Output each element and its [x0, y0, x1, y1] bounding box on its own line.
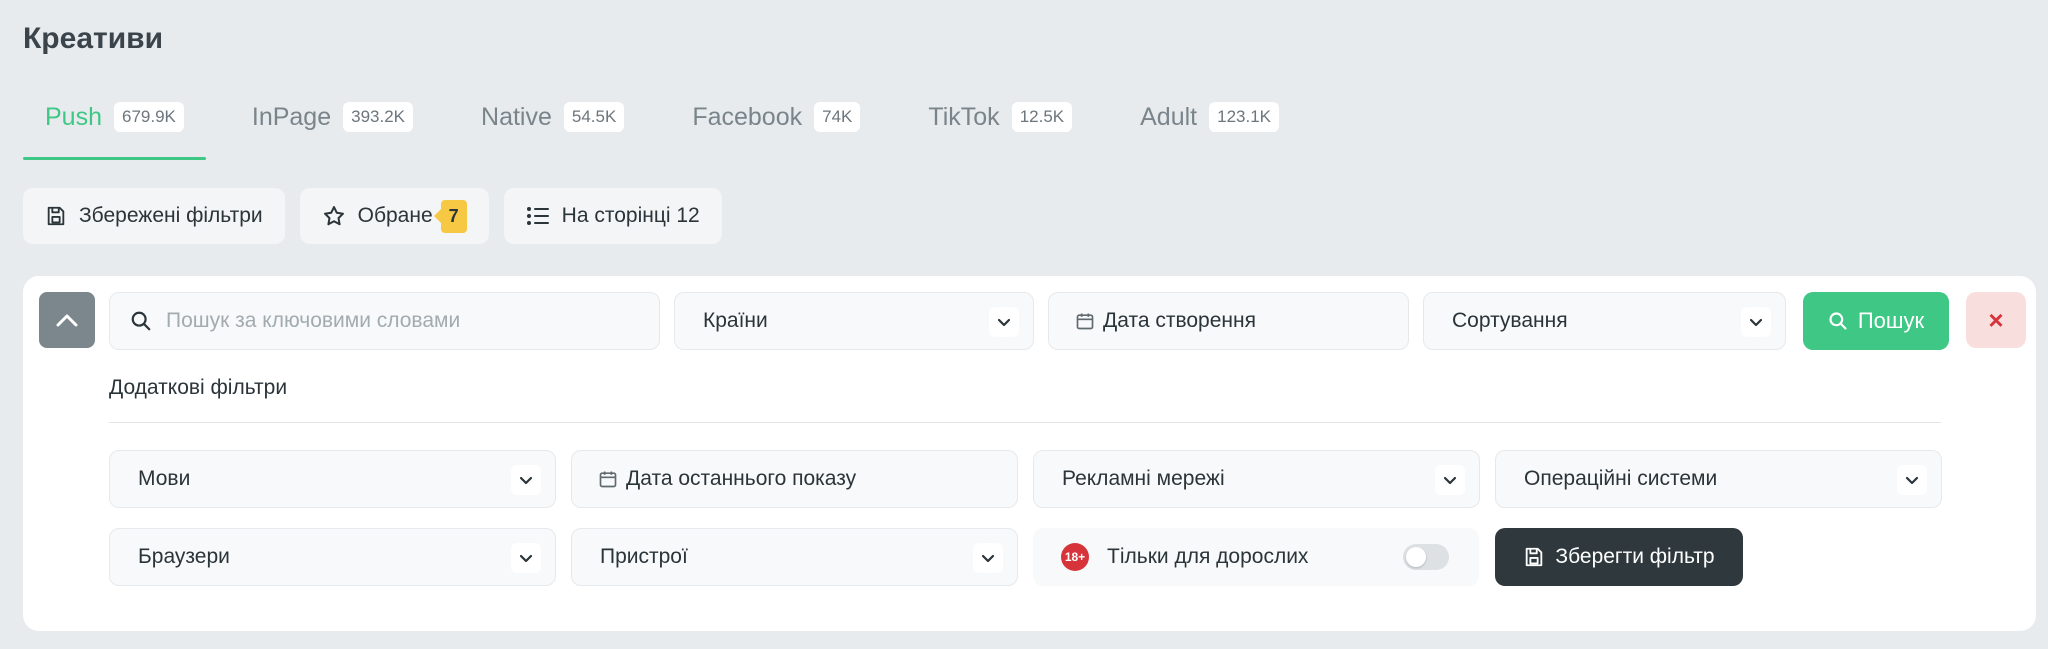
saved-filters-label: Збережені фільтри [79, 204, 263, 227]
tab-count: 12.5K [1011, 102, 1073, 132]
save-filter-label: Зберегти фільтр [1555, 545, 1715, 568]
operating-systems-select[interactable]: Операційні системи [1495, 450, 1942, 508]
chevron-up-icon [56, 314, 78, 327]
star-icon [323, 206, 344, 226]
tab-count: 123.1K [1209, 102, 1279, 132]
per-page-button[interactable]: На сторінці 12 [503, 188, 722, 244]
tab-count: 54.5K [563, 102, 625, 132]
created-date-label: Дата створення [1103, 309, 1256, 332]
tab-label: Adult [1140, 102, 1198, 131]
toggle-knob [1406, 547, 1426, 567]
adult-only-toggle[interactable] [1403, 544, 1449, 570]
floppy-disk-icon [47, 206, 65, 226]
divider [109, 422, 1941, 423]
close-icon: × [1988, 304, 2004, 335]
adult-only-filter: 18+ Тільки для дорослих [1033, 528, 1479, 586]
save-filter-button[interactable]: Зберегти фільтр [1495, 528, 1743, 586]
tab-count: 393.2K [343, 102, 414, 132]
chevron-down-icon [981, 554, 995, 562]
category-tabs: Push 679.9K InPage 393.2K Native 54.5K F… [23, 92, 1325, 160]
search-icon [131, 311, 151, 331]
clear-filters-button[interactable]: × [1966, 292, 2026, 348]
list-icon [526, 207, 549, 225]
tab-label: InPage [251, 102, 332, 131]
tab-label: Push [45, 102, 102, 131]
last-shown-date-picker[interactable]: Дата останнього показу [571, 450, 1018, 508]
chevron-down-icon [1443, 476, 1457, 484]
operating-systems-label: Операційні системи [1524, 467, 1718, 490]
ad-networks-dropdown [1435, 465, 1465, 495]
tab-adult[interactable]: Adult 123.1K [1118, 92, 1301, 142]
adult-only-label: Тільки для дорослих [1107, 545, 1309, 568]
last-shown-date-label: Дата останнього показу [626, 467, 857, 490]
tab-tiktok[interactable]: TikTok 12.5K [906, 92, 1094, 142]
browsers-dropdown [511, 543, 541, 573]
keyword-search-input[interactable]: Пошук за ключовими словами [109, 292, 660, 350]
search-icon [1829, 312, 1847, 330]
search-button-label: Пошук [1857, 308, 1925, 333]
chevron-down-icon [997, 318, 1011, 326]
tab-push[interactable]: Push 679.9K [23, 92, 206, 160]
chevron-down-icon [519, 476, 533, 484]
ad-networks-select[interactable]: Рекламні мережі [1033, 450, 1480, 508]
tab-label: TikTok [928, 102, 1000, 131]
tab-facebook[interactable]: Facebook 74K [670, 92, 882, 142]
countries-select[interactable]: Країни [674, 292, 1034, 350]
browsers-select[interactable]: Браузери [109, 528, 556, 586]
languages-dropdown [511, 465, 541, 495]
calendar-icon [599, 471, 617, 488]
tab-count: 679.9K [113, 102, 184, 132]
floppy-disk-icon [1526, 547, 1543, 567]
search-button[interactable]: Пошук [1803, 292, 1949, 350]
languages-label: Мови [138, 467, 191, 490]
countries-dropdown [989, 307, 1019, 337]
toolbar: Збережені фільтри Обране 7 На сторінці 1… [23, 188, 722, 244]
tab-inpage[interactable]: InPage 393.2K [230, 92, 435, 142]
sorting-select[interactable]: Сортування [1423, 292, 1786, 350]
chevron-down-icon [1749, 318, 1763, 326]
page-title: Креативи [23, 22, 164, 55]
favorites-button[interactable]: Обране 7 [299, 188, 489, 244]
ad-networks-label: Рекламні мережі [1062, 467, 1225, 490]
search-placeholder: Пошук за ключовими словами [166, 309, 461, 332]
favorites-label: Обране [357, 204, 433, 227]
extra-filters-label: Додаткові фільтри [109, 376, 288, 399]
languages-select[interactable]: Мови [109, 450, 556, 508]
chevron-down-icon [519, 554, 533, 562]
countries-label: Країни [703, 309, 768, 332]
devices-dropdown [973, 543, 1003, 573]
browsers-label: Браузери [138, 545, 230, 568]
calendar-icon [1076, 313, 1094, 330]
sorting-dropdown [1741, 307, 1771, 337]
per-page-label: На сторінці 12 [561, 204, 700, 227]
devices-select[interactable]: Пристрої [571, 528, 1018, 586]
adult-18-icon: 18+ [1061, 543, 1089, 571]
favorites-count-badge: 7 [433, 199, 467, 233]
chevron-down-icon [1905, 476, 1919, 484]
tab-label: Facebook [692, 102, 803, 131]
tab-native[interactable]: Native 54.5K [459, 92, 646, 142]
saved-filters-button[interactable]: Збережені фільтри [23, 188, 285, 244]
sorting-label: Сортування [1452, 309, 1568, 332]
operating-systems-dropdown [1897, 465, 1927, 495]
collapse-filters-button[interactable] [39, 292, 95, 348]
created-date-picker[interactable]: Дата створення [1048, 292, 1409, 350]
tab-label: Native [481, 102, 552, 131]
devices-label: Пристрої [600, 545, 688, 568]
tab-count: 74K [814, 102, 861, 132]
filters-panel: Пошук за ключовими словами Країни Дата с… [23, 276, 2036, 631]
